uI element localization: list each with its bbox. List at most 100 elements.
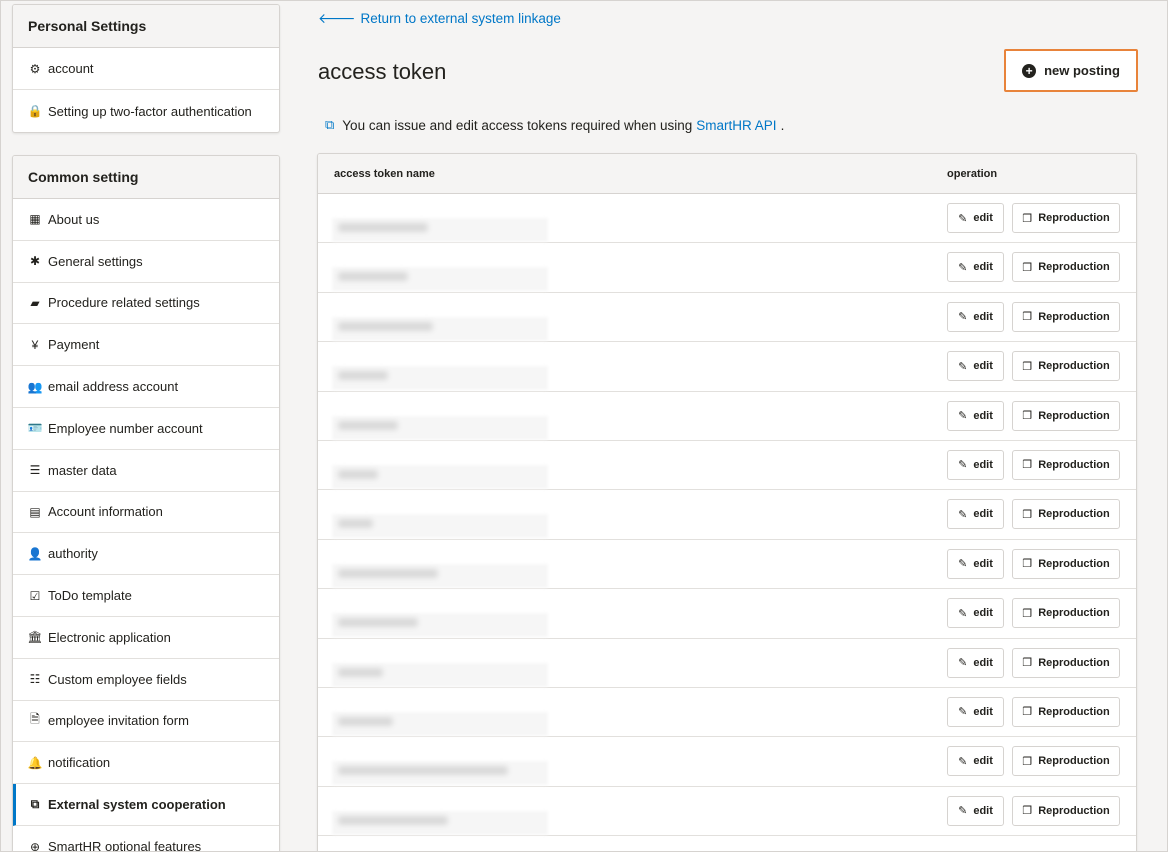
edit-button[interactable]: ✎ edit bbox=[947, 598, 1004, 629]
reproduction-button[interactable]: ❐ Reproduction bbox=[1012, 301, 1120, 332]
table-row: ✎ edit ❐ Reproduction bbox=[318, 688, 1136, 738]
sidebar-item-email-address-account[interactable]: 👥 email address account bbox=[13, 366, 279, 408]
edit-label: edit bbox=[973, 607, 993, 620]
edit-label: edit bbox=[973, 409, 993, 422]
column-header-operation: operation bbox=[947, 167, 998, 180]
edit-button[interactable]: ✎ edit bbox=[947, 301, 1004, 332]
reproduction-button[interactable]: ❐ Reproduction bbox=[1012, 746, 1120, 777]
sidebar-item-payment[interactable]: ¥ Payment bbox=[13, 324, 279, 367]
redacted-token-name bbox=[332, 316, 548, 341]
edit-button[interactable]: ✎ edit bbox=[947, 203, 1004, 233]
reproduction-button[interactable]: ❐ Reproduction bbox=[1012, 696, 1120, 727]
reproduction-button[interactable]: ❐ Reproduction bbox=[1012, 548, 1120, 579]
sidebar-item-employee-number-account[interactable]: 🪪 Employee number account bbox=[13, 408, 279, 450]
sidebar: Personal Settings ⚙ account 🔒 Setting up tw… bbox=[12, 4, 280, 852]
id-card-icon: 🪪 bbox=[27, 421, 43, 436]
reproduction-button[interactable]: ❐ Reproduction bbox=[1012, 499, 1120, 530]
edit-button[interactable]: ✎ edit bbox=[947, 548, 1004, 579]
table-row: ✎ edit ❐ Reproduction bbox=[318, 490, 1136, 540]
edit-button[interactable]: ✎ edit bbox=[947, 351, 1004, 382]
sidebar-item-label: Electronic application bbox=[48, 629, 171, 645]
pencil-icon: ✎ bbox=[958, 212, 968, 225]
sidebar-item-account-information[interactable]: ▤ Account information bbox=[13, 492, 279, 534]
reproduction-label: Reproduction bbox=[1038, 261, 1110, 274]
sidebar-item-label: External system cooperation bbox=[48, 797, 226, 813]
sidebar-item-label: SmartHR optional features bbox=[48, 839, 202, 852]
database-icon: ☰ bbox=[29, 463, 41, 478]
table-row: ✎ edit ❐ Reproduction bbox=[318, 540, 1136, 590]
sidebar-item-master-data[interactable]: ☰ master data bbox=[13, 450, 279, 492]
reproduction-label: Reproduction bbox=[1038, 360, 1110, 373]
sidebar-item-general-settings[interactable]: ✱ General settings bbox=[13, 241, 279, 283]
sidebar-item-custom-employee-fields[interactable]: ☷ Custom employee fields bbox=[13, 659, 279, 701]
copy-icon: ❐ bbox=[1022, 558, 1033, 571]
edit-button[interactable]: ✎ edit bbox=[947, 449, 1004, 480]
users-icon: 👥 bbox=[27, 379, 43, 394]
sidebar-item-account[interactable]: ⚙ account bbox=[13, 48, 279, 90]
reproduction-button[interactable]: ❐ Reproduction bbox=[1012, 449, 1120, 480]
sidebar-item-employee-invitation-form[interactable]: 🗎 employee invitation form bbox=[13, 701, 279, 743]
sidebar-item-todo-template[interactable]: ☑ ToDo template bbox=[13, 575, 279, 617]
edit-label: edit bbox=[973, 656, 993, 669]
sidebar-item-label: About us bbox=[48, 211, 100, 227]
plus-circle-icon: ⊕ bbox=[29, 839, 41, 852]
sidebar-item-smarthr-optional-features[interactable]: ⊕ SmartHR optional features bbox=[13, 826, 279, 852]
sidebar-item-label: email address account bbox=[48, 379, 179, 395]
reproduction-button[interactable]: ❐ Reproduction bbox=[1012, 203, 1120, 233]
reproduction-button[interactable]: ❐ Reproduction bbox=[1012, 351, 1120, 382]
reproduction-label: Reproduction bbox=[1038, 508, 1110, 521]
copy-icon: ❐ bbox=[1022, 311, 1033, 324]
sidebar-item-electronic-application[interactable]: 🏛 Electronic application bbox=[13, 617, 279, 659]
reproduction-label: Reproduction bbox=[1038, 656, 1110, 669]
edit-label: edit bbox=[973, 310, 993, 323]
table-row: ✎ edit ❐ Reproduction bbox=[318, 342, 1136, 392]
copy-icon: ❐ bbox=[1022, 261, 1033, 274]
pencil-icon: ✎ bbox=[958, 508, 968, 521]
back-link-label: Return to external system linkage bbox=[360, 11, 561, 26]
pencil-icon: ✎ bbox=[958, 261, 968, 274]
sidebar-item-label: master data bbox=[48, 462, 117, 478]
list-icon: ☷ bbox=[29, 672, 41, 687]
copy-icon: ❐ bbox=[1022, 459, 1033, 472]
edit-button[interactable]: ✎ edit bbox=[947, 499, 1004, 530]
info-text: You can issue and edit access tokens req… bbox=[342, 117, 693, 133]
table-row: ✎ edit ❐ Reproduction bbox=[318, 243, 1136, 293]
pencil-icon: ✎ bbox=[958, 607, 968, 620]
arrow-left-icon: 🡐 bbox=[318, 10, 356, 26]
reproduction-label: Reproduction bbox=[1038, 804, 1110, 817]
edit-button[interactable]: ✎ edit bbox=[947, 647, 1004, 678]
sidebar-item-about-us[interactable]: ▦ About us bbox=[13, 199, 279, 241]
edit-button[interactable]: ✎ edit bbox=[947, 400, 1004, 431]
edit-button[interactable]: ✎ edit bbox=[947, 795, 1004, 826]
new-posting-button[interactable]: + new posting bbox=[1004, 49, 1138, 92]
reproduction-button[interactable]: ❐ Reproduction bbox=[1012, 252, 1120, 283]
sidebar-item-notification[interactable]: 🔔 notification bbox=[13, 742, 279, 785]
redacted-token-name bbox=[332, 761, 548, 786]
sidebar-item-procedure-related-settings[interactable]: ▰ Procedure related settings bbox=[13, 283, 279, 325]
institution-icon: 🏛 bbox=[27, 630, 43, 645]
redacted-token-name bbox=[332, 218, 548, 242]
reproduction-button[interactable]: ❐ Reproduction bbox=[1012, 598, 1120, 629]
edit-button[interactable]: ✎ edit bbox=[947, 696, 1004, 727]
sidebar-item-authority[interactable]: 👤 authority bbox=[13, 533, 279, 576]
table-row: ✎ edit ❐ Reproduction bbox=[318, 589, 1136, 639]
table-row: ✎ edit ❐ Reproduction bbox=[318, 194, 1136, 244]
reproduction-button[interactable]: ❐ Reproduction bbox=[1012, 647, 1120, 678]
copy-icon: ❐ bbox=[1022, 755, 1033, 768]
new-posting-label: new posting bbox=[1044, 63, 1120, 78]
copy-icon: ❐ bbox=[1022, 607, 1033, 620]
sidebar-item-external-system-cooperation[interactable]: ⧉ External system cooperation bbox=[13, 784, 279, 826]
reproduction-button[interactable]: ❐ Reproduction bbox=[1012, 400, 1120, 431]
sidebar-item-label: Setting up two-factor authentication bbox=[48, 103, 252, 119]
edit-button[interactable]: ✎ edit bbox=[947, 746, 1004, 777]
sidebar-item-label: authority bbox=[48, 546, 98, 562]
back-link[interactable]: 🡐 Return to external system linkage bbox=[318, 10, 561, 27]
reproduction-label: Reproduction bbox=[1038, 557, 1110, 570]
reproduction-button[interactable]: ❐ Reproduction bbox=[1012, 795, 1120, 826]
edit-button[interactable]: ✎ edit bbox=[947, 252, 1004, 283]
smarthr-api-link[interactable]: SmartHR API bbox=[696, 118, 776, 133]
lock-icon: 🔒 bbox=[27, 104, 43, 118]
edit-label: edit bbox=[973, 261, 993, 274]
cubes-icon: ⧉ bbox=[30, 797, 40, 812]
sidebar-item-setting-up-two-factor-authentication[interactable]: 🔒 Setting up two-factor authentication bbox=[13, 90, 279, 132]
